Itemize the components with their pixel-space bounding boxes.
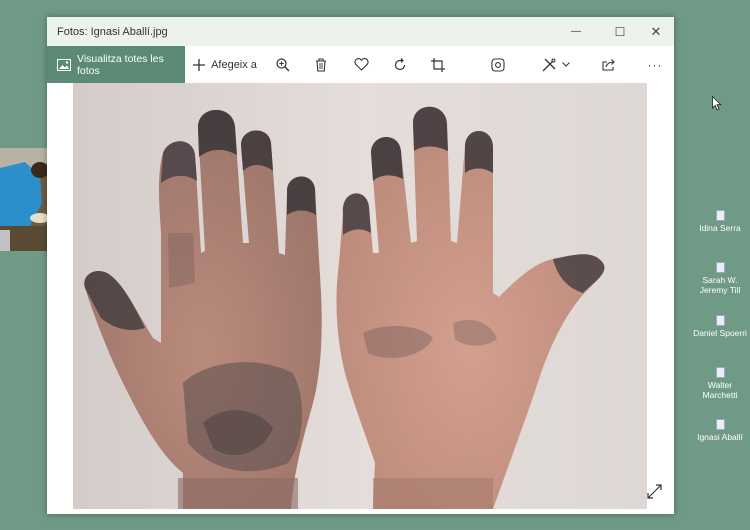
- zoom-in-icon: [276, 57, 290, 72]
- desktop-icon[interactable]: Daniel Spoerri: [692, 315, 748, 338]
- rotate-button[interactable]: [389, 46, 411, 83]
- mouse-cursor: [712, 95, 722, 116]
- favorite-button[interactable]: [350, 46, 372, 83]
- close-icon: ✕: [650, 23, 662, 39]
- photos-window: Fotos: Ignasi Aballí.jpg — ☐ ✕ Visualitz…: [47, 17, 674, 514]
- zoom-button[interactable]: [272, 46, 294, 83]
- file-icon: [715, 262, 725, 273]
- desktop-icon-label: Walter Marchetti: [702, 380, 738, 400]
- file-icon: [715, 315, 725, 326]
- minimize-button[interactable]: —: [558, 17, 594, 46]
- window-title: Fotos: Ignasi Aballí.jpg: [57, 25, 168, 38]
- crop-button[interactable]: [427, 46, 449, 83]
- target-icon: [491, 57, 505, 72]
- desktop-icon[interactable]: Idina Serra: [692, 210, 748, 233]
- photo-gallery-icon: [57, 58, 71, 71]
- share-button[interactable]: [598, 46, 620, 83]
- close-button[interactable]: ✕: [638, 17, 674, 46]
- desktop-icon-label: Daniel Spoerri: [693, 328, 747, 338]
- desktop-icon-label: Ignasi Aballí: [697, 432, 743, 442]
- enhance-button[interactable]: [487, 46, 509, 83]
- file-icon: [715, 367, 725, 378]
- more-options-button[interactable]: ···: [643, 46, 667, 83]
- hands-photo: [73, 83, 647, 509]
- desktop-icon-label: Sarah W. Jeremy Till: [699, 275, 741, 295]
- maximize-button[interactable]: ☐: [602, 17, 638, 46]
- desktop-icon[interactable]: Sarah W. Jeremy Till: [692, 262, 748, 295]
- maximize-icon: ☐: [614, 24, 626, 39]
- add-to-label: Afegeix a: [211, 58, 257, 71]
- rotate-icon: [393, 57, 407, 72]
- desktop-icon[interactable]: Ignasi Aballí: [692, 419, 748, 442]
- file-icon: [715, 210, 725, 221]
- file-icon: [715, 419, 725, 430]
- left-wrist: [178, 478, 298, 509]
- view-all-photos-button[interactable]: Visualitza totes les fotos: [47, 46, 185, 83]
- photo-viewer[interactable]: [73, 83, 647, 509]
- view-all-photos-label: Visualitza totes les fotos: [77, 52, 164, 77]
- expand-icon: [647, 484, 662, 503]
- chevron-down-icon: [562, 62, 570, 67]
- edit-tools-icon: [542, 58, 556, 72]
- heart-icon: [353, 58, 369, 71]
- right-wrist: [373, 478, 493, 509]
- add-to-button[interactable]: Afegeix a: [193, 46, 257, 83]
- minimize-icon: —: [571, 26, 581, 37]
- delete-button[interactable]: [310, 46, 332, 83]
- plus-icon: [193, 58, 206, 71]
- crop-icon: [431, 57, 445, 72]
- desktop-icon[interactable]: Walter Marchetti: [692, 367, 748, 400]
- pointer-icon: [712, 95, 722, 111]
- fullscreen-button[interactable]: [647, 484, 662, 504]
- share-icon: [602, 58, 616, 71]
- edit-create-button[interactable]: [539, 46, 573, 83]
- more-icon: ···: [647, 57, 663, 72]
- desktop-icon-label: Idina Serra: [699, 223, 741, 233]
- trash-icon: [315, 57, 327, 72]
- desktop: { "window": { "title": "Fotos: Ignasi Ab…: [0, 0, 750, 530]
